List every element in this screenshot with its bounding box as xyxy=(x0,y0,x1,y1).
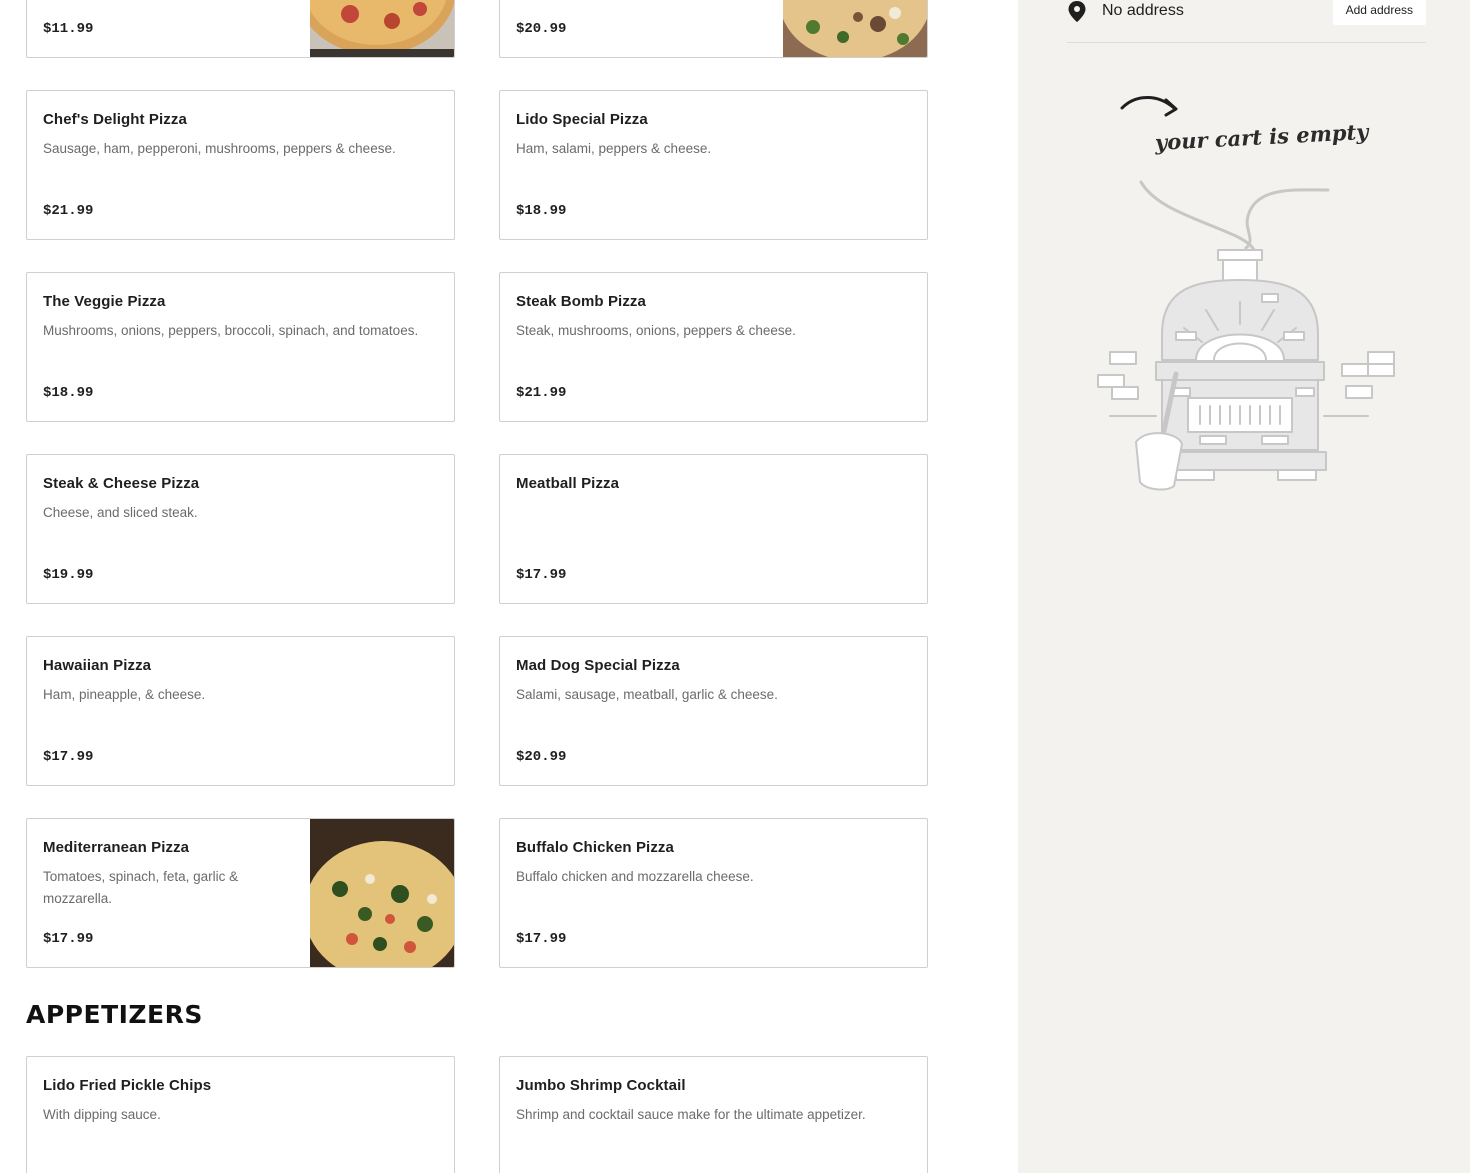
menu-item-name: Mediterranean Pizza xyxy=(43,839,190,856)
menu-item-name: Lido Fried Pickle Chips xyxy=(43,1077,212,1094)
menu-item-name: Steak & Cheese Pizza xyxy=(43,475,200,492)
menu-item-card[interactable]: Lido Fried Pickle Chips With dipping sau… xyxy=(26,1056,455,1173)
cart-sidebar: No address Add address your cart is empt… xyxy=(1018,0,1470,1173)
section-title-appetizers: APPETIZERS xyxy=(26,1000,203,1029)
menu-item-name: Lido Special Pizza xyxy=(516,111,648,128)
menu-item-price: $18.99 xyxy=(516,203,567,219)
menu-item-card[interactable]: Mad Dog Special Pizza Salami, sausage, m… xyxy=(499,636,928,786)
menu-item-description: Ham, salami, peppers & cheese. xyxy=(516,141,712,156)
mediterranean-pizza-photo xyxy=(310,819,454,967)
menu-list: $11.99 $20.99 Chef's Delight Pizza Sausa… xyxy=(0,0,1018,1173)
menu-item-price: $11.99 xyxy=(43,21,94,37)
menu-item-description: Mushrooms, onions, peppers, broccoli, sp… xyxy=(43,323,419,338)
menu-item-card[interactable]: Jumbo Shrimp Cocktail Shrimp and cocktai… xyxy=(499,1056,928,1173)
specialty-pizza-photo xyxy=(783,0,927,57)
menu-item-price: $21.99 xyxy=(43,203,94,219)
cheese-pizza-photo xyxy=(310,0,454,57)
menu-item-price: $17.99 xyxy=(516,931,567,947)
menu-item-name: Buffalo Chicken Pizza xyxy=(516,839,674,856)
menu-item-card[interactable]: Mediterranean Pizza Tomatoes, spinach, f… xyxy=(26,818,455,968)
menu-item-description: Steak, mushrooms, onions, peppers & chee… xyxy=(516,323,796,338)
menu-item-price: $20.99 xyxy=(516,21,567,37)
menu-item-card[interactable]: Steak Bomb Pizza Steak, mushrooms, onion… xyxy=(499,272,928,422)
menu-item-name: Jumbo Shrimp Cocktail xyxy=(516,1077,686,1094)
menu-item-card[interactable]: $11.99 xyxy=(26,0,455,58)
menu-item-price: $17.99 xyxy=(516,567,567,583)
menu-item-name: Mad Dog Special Pizza xyxy=(516,657,680,674)
menu-item-name: Hawaiian Pizza xyxy=(43,657,152,674)
add-address-button[interactable]: Add address xyxy=(1332,0,1426,25)
address-text: No address xyxy=(1102,2,1184,19)
menu-item-description: Buffalo chicken and mozzarella cheese. xyxy=(516,869,754,884)
menu-item-description: Shrimp and cocktail sauce make for the u… xyxy=(516,1107,866,1122)
menu-item-name: The Veggie Pizza xyxy=(43,293,166,310)
menu-item-name: Meatball Pizza xyxy=(516,475,620,492)
menu-item-card[interactable]: Chef's Delight Pizza Sausage, ham, peppe… xyxy=(26,90,455,240)
menu-item-description: Tomatoes, spinach, feta, garlic & mozzar… xyxy=(43,869,239,906)
menu-item-name: Steak Bomb Pizza xyxy=(516,293,646,310)
menu-item-description: With dipping sauce. xyxy=(43,1107,161,1122)
menu-item-price: $18.99 xyxy=(43,385,94,401)
menu-item-price: $19.99 xyxy=(43,567,94,583)
menu-item-price: $21.99 xyxy=(516,385,567,401)
menu-item-price: $17.99 xyxy=(43,749,94,765)
menu-item-name: Chef's Delight Pizza xyxy=(43,111,187,128)
menu-item-card[interactable]: Steak & Cheese Pizza Cheese, and sliced … xyxy=(26,454,455,604)
menu-item-card[interactable]: Buffalo Chicken Pizza Buffalo chicken an… xyxy=(499,818,928,968)
page: $11.99 $20.99 Chef's Delight Pizza Sausa… xyxy=(0,0,1470,1173)
menu-item-price: $20.99 xyxy=(516,749,567,765)
menu-item-card[interactable]: The Veggie Pizza Mushrooms, onions, pepp… xyxy=(26,272,455,422)
menu-item-card[interactable]: Meatball Pizza $17.99 xyxy=(499,454,928,604)
menu-item-card[interactable]: $20.99 xyxy=(499,0,928,58)
map-pin-icon xyxy=(1067,0,1087,24)
menu-item-description: Sausage, ham, pepperoni, mushrooms, pepp… xyxy=(43,141,396,156)
menu-item-description: Salami, sausage, meatball, garlic & chee… xyxy=(516,687,778,702)
delivery-address-row: No address Add address xyxy=(1067,0,1426,43)
menu-item-price: $17.99 xyxy=(43,931,94,947)
menu-item-card[interactable]: Hawaiian Pizza Ham, pineapple, & cheese.… xyxy=(26,636,455,786)
menu-item-description: Cheese, and sliced steak. xyxy=(43,505,198,520)
menu-item-card[interactable]: Lido Special Pizza Ham, salami, peppers … xyxy=(499,90,928,240)
menu-item-description: Ham, pineapple, & cheese. xyxy=(43,687,206,702)
